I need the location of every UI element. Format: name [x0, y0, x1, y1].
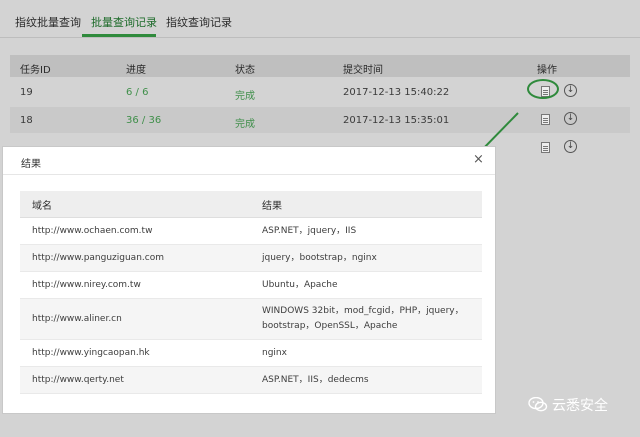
result-cell: WINDOWS 32bit，mod_fcgid，PHP，jquery， [262, 306, 464, 316]
close-icon[interactable]: × [473, 152, 484, 167]
header-domain: 域名 [32, 201, 52, 212]
domain-cell: http://www.ochaen.com.tw [32, 226, 153, 236]
result-modal: 结果 × 域名 结果 http://www.ochaen.com.tw ASP.… [2, 146, 496, 414]
result-cell: Ubuntu，Apache [262, 280, 338, 290]
result-cell-continued: bootstrap，OpenSSL，Apache [262, 321, 398, 331]
table-row: http://www.ochaen.com.tw ASP.NET，jquery，… [20, 218, 482, 245]
result-cell: ASP.NET，IIS，dedecms [262, 375, 369, 385]
domain-cell: http://www.yingcaopan.hk [32, 348, 150, 358]
watermark-text: 云悉安全 [552, 398, 608, 414]
domain-cell: http://www.aliner.cn [32, 314, 122, 324]
table-row: http://www.nirey.com.tw Ubuntu，Apache [20, 272, 482, 299]
table-row: http://www.panguziguan.com jquery，bootst… [20, 245, 482, 272]
table-row: http://www.qerty.net ASP.NET，IIS，dedecms [20, 367, 482, 394]
result-cell: nginx [262, 348, 287, 358]
table-row: http://www.yingcaopan.hk nginx [20, 340, 482, 367]
result-cell: jquery，bootstrap，nginx [262, 253, 377, 263]
domain-cell: http://www.nirey.com.tw [32, 280, 141, 290]
modal-title: 结果 [21, 159, 41, 170]
modal-divider [3, 174, 495, 175]
domain-cell: http://www.panguziguan.com [32, 253, 164, 263]
result-table-header: 域名 结果 [20, 191, 482, 218]
result-cell: ASP.NET，jquery，IIS [262, 226, 357, 236]
header-result: 结果 [262, 201, 282, 212]
wechat-icon [528, 397, 548, 412]
domain-cell: http://www.qerty.net [32, 375, 124, 385]
table-row: http://www.aliner.cn WINDOWS 32bit，mod_f… [20, 299, 482, 340]
